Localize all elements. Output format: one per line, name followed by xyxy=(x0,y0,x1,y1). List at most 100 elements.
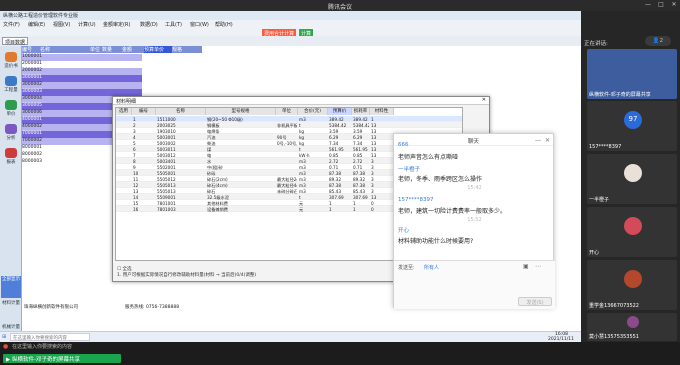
nav-analysis[interactable]: 分析 xyxy=(1,122,21,144)
material-cell: 2003025 xyxy=(157,122,176,128)
participant-count-badge[interactable]: 👤2 xyxy=(645,36,671,46)
close-icon[interactable]: ✕ xyxy=(669,1,679,10)
material-cell: 13 xyxy=(371,140,377,146)
table-row[interactable]: 3000003 xyxy=(22,89,142,96)
avatar xyxy=(624,164,642,182)
chat-message-input[interactable] xyxy=(398,273,551,293)
participant-tile[interactable]: 纵横软件-邓子奇的屏幕共享 xyxy=(587,49,677,99)
material-cell: 2 xyxy=(133,122,136,128)
dialog-close-icon[interactable]: ✕ xyxy=(482,97,486,103)
menu-data[interactable]: 数据(D) xyxy=(140,21,158,28)
material-cell: 5003401 xyxy=(157,158,176,164)
windows-start-icon[interactable]: ⊞ xyxy=(2,334,6,340)
table-row[interactable]: 2000001 xyxy=(22,61,142,68)
menu-tools[interactable]: 工具(T) xyxy=(165,21,182,28)
participant-tile[interactable]: 重学金13667073522 xyxy=(587,260,677,310)
send-to-select[interactable]: 所有人 xyxy=(424,264,439,271)
windows-taskbar: ⊞ 在这里输入你要搜索的内容 16:08 2021/11/11 xyxy=(0,331,581,342)
material-cell: 11 xyxy=(133,176,139,182)
menu-view[interactable]: 视图(V) xyxy=(53,21,70,28)
material-cell: 10 xyxy=(133,170,139,176)
col-header-unit: 单位 xyxy=(90,46,102,53)
material-cell: 6 xyxy=(133,146,136,152)
material-cell: m3 xyxy=(299,116,306,122)
chat-message: 老师声音怎么有点嘶哑 xyxy=(398,154,459,161)
material-cell: 7.34 xyxy=(353,140,363,146)
menu-help[interactable]: 帮助(H) xyxy=(215,21,233,28)
material-cell: m3 xyxy=(299,158,306,164)
material-cell: 4 xyxy=(133,134,136,140)
menu-edit[interactable]: 编辑(E) xyxy=(28,21,45,28)
screen-share-notice[interactable]: ▶ 纵横软件-邓子奇的屏幕共享 xyxy=(3,354,121,363)
nav-show-all[interactable]: 全部显示 xyxy=(1,276,21,298)
minimize-icon[interactable]: — xyxy=(643,1,653,10)
project-tab[interactable]: 项目数据 xyxy=(2,37,29,46)
chat-sender: 开心 xyxy=(398,228,410,234)
meeting-window-title: 腾讯会议 xyxy=(327,4,352,11)
material-cell: 6.29 xyxy=(329,134,339,140)
participant-tile[interactable]: 莫小慧13575353551 xyxy=(587,313,677,341)
avatar: 97 xyxy=(624,111,642,129)
dialog-title-bar: 材料明细 ✕ xyxy=(113,97,489,105)
material-cell: kg xyxy=(299,140,305,146)
table-row[interactable]: 3000002 xyxy=(22,82,142,89)
send-button[interactable]: 发送(S) xyxy=(518,297,552,306)
chat-close-icon[interactable]: ✕ xyxy=(545,137,550,144)
menu-window[interactable]: 窗口(W) xyxy=(190,21,209,28)
participant-tile[interactable]: 一半橙子 xyxy=(587,154,677,204)
taskbar-search-input[interactable]: 在这里输入你要搜索的内容 xyxy=(10,333,90,341)
material-cell: m3 xyxy=(299,176,306,182)
nav-quantity[interactable]: 工程量 xyxy=(1,74,21,96)
chat-input-area: 发送至: 所有人 ▣ ⋯ 发送(S) xyxy=(394,260,555,309)
material-cell: t xyxy=(299,146,301,152)
meeting-bottom-bar: ● 在这里输入你要搜索的内容 ▶ 纵横软件-邓子奇的屏幕共享 xyxy=(0,342,680,365)
menu-audit[interactable]: 金额审定(R) xyxy=(103,21,130,28)
material-cell: 5384.42 xyxy=(353,122,369,128)
image-icon[interactable]: ▣ xyxy=(523,263,529,270)
erp-title-bar: 纵横公路工程造价管理软件专业版 xyxy=(0,11,581,20)
nav-material[interactable]: 材料计量 xyxy=(1,300,21,322)
service-hotline: 服务热线: 0756-7388888 xyxy=(125,305,180,310)
material-cell: 1511000 xyxy=(157,116,176,122)
col-header-spec: 规格 xyxy=(172,46,202,53)
material-cell: 307.69 xyxy=(353,194,368,200)
material-cell: kW·h xyxy=(299,152,310,158)
erp-menu-bar: 文件(F) 编辑(E) 视图(V) 计算(U) 金额审定(R) 数据(D) 工具… xyxy=(0,20,581,28)
menu-calc[interactable]: 计算(U) xyxy=(78,21,96,28)
material-cell: 15 xyxy=(133,200,139,206)
price-icon xyxy=(5,100,17,110)
participant-tile[interactable]: 97 157****8397 xyxy=(587,101,677,151)
material-cell: t xyxy=(299,194,301,200)
more-icon[interactable]: ⋯ xyxy=(535,263,541,270)
material-cell: 6.29 xyxy=(353,134,363,140)
material-cell: kg xyxy=(299,128,305,134)
maximize-icon[interactable]: □ xyxy=(656,1,666,10)
table-row[interactable]: 1000001 xyxy=(22,54,142,61)
nav-report[interactable]: 报表 xyxy=(1,146,21,168)
col-header-qty: 数量 xyxy=(102,46,122,53)
nav-price[interactable]: 单价 xyxy=(1,98,21,120)
table-row[interactable]: 2000002 xyxy=(22,68,142,75)
material-cell: 5505012 xyxy=(157,176,176,182)
table-row[interactable]: 3000001 xyxy=(22,75,142,82)
menu-file[interactable]: 文件(F) xyxy=(3,21,20,28)
chat-minimize-icon[interactable]: — xyxy=(535,137,541,144)
material-cell: 13 xyxy=(371,194,377,200)
nav-budget[interactable]: 造价书 xyxy=(1,50,21,72)
record-icon[interactable]: ● xyxy=(3,343,8,350)
material-cell: 3 xyxy=(371,182,374,188)
participant-name: 纵横软件-邓子奇的屏幕共享 xyxy=(589,92,651,98)
bottom-search-hint: 在这里输入你要搜索的内容 xyxy=(12,344,73,350)
material-cell: 3.59 xyxy=(353,128,363,134)
participant-name: 157****8397 xyxy=(589,144,622,150)
material-cell: 0 xyxy=(371,200,374,206)
analysis-icon xyxy=(5,124,17,134)
send-to-label: 发送至: xyxy=(398,265,415,271)
col-header-code: 编号 xyxy=(22,46,40,53)
chat-timestamp: 15:52 xyxy=(467,217,482,223)
material-cell: m3 xyxy=(299,182,306,188)
participant-tile[interactable]: 开心 xyxy=(587,207,677,257)
material-cell: 12 xyxy=(133,182,139,188)
material-cell: 2.72 xyxy=(353,158,363,164)
dlg-col-type: 材料性 xyxy=(370,108,394,115)
